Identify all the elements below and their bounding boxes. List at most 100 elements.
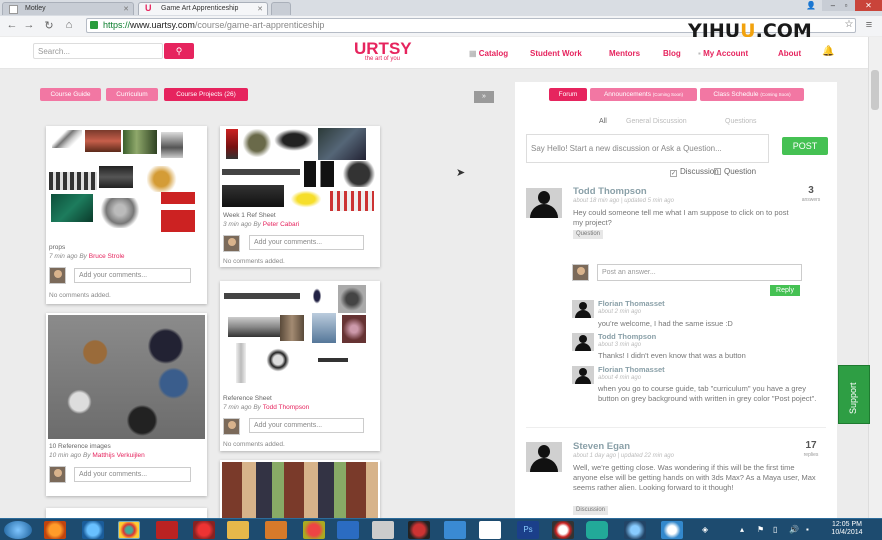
app-icon[interactable]	[303, 521, 325, 539]
comment-input[interactable]: Add your comments...	[74, 467, 191, 482]
tab-course-guide[interactable]: Course Guide	[40, 88, 101, 101]
dropbox-icon[interactable]	[337, 521, 359, 539]
post-tag[interactable]: Question	[573, 230, 604, 239]
chrome-icon[interactable]	[118, 521, 140, 539]
post-author[interactable]: Todd Thompson	[573, 186, 647, 197]
tray-expand-icon[interactable]: ▴	[740, 525, 744, 534]
app-icon[interactable]	[624, 521, 646, 539]
reload-icon[interactable]: ↻	[42, 19, 56, 32]
comment-input[interactable]: Add your comments...	[249, 418, 364, 433]
maximize-button[interactable]: ▫	[835, 0, 857, 11]
project-card-week1-ref-sheet[interactable]: Week 1 Ref Sheet 3 min ago By Peter Caba…	[220, 126, 380, 267]
post-tag[interactable]: Discussion	[573, 506, 609, 515]
tab-class-schedule[interactable]: Class Schedule (Coming Soon)	[700, 88, 804, 101]
clock-time: 12:05 PM	[832, 521, 862, 528]
filter-questions[interactable]: Questions	[725, 118, 757, 125]
project-card-props[interactable]: props 7 min ago By Bruce Strole Add your…	[46, 126, 207, 304]
reply-author[interactable]: Florian Thomasset	[598, 365, 665, 374]
filter-general-discussion[interactable]: General Discussion	[626, 118, 687, 125]
media-player-icon[interactable]	[265, 521, 287, 539]
close-icon[interactable]: ✕	[123, 5, 129, 13]
tab-announcements[interactable]: Announcements (Coming Soon)	[590, 88, 697, 101]
avatar	[49, 466, 66, 483]
photoshop-icon[interactable]: Ps	[517, 521, 539, 539]
reply-author[interactable]: Florian Thomasset	[598, 299, 665, 308]
project-title: Reference Sheet	[223, 395, 272, 402]
tab-forum[interactable]: Forum	[549, 88, 587, 101]
author-link[interactable]: Bruce Strole	[89, 253, 125, 260]
home-icon[interactable]: ⌂	[62, 19, 76, 31]
start-button[interactable]	[4, 521, 32, 539]
tray-icon[interactable]: ▪	[806, 525, 809, 534]
folder-icon[interactable]	[227, 521, 249, 539]
comment-input[interactable]: Add your comments...	[74, 268, 191, 283]
nav-my-account[interactable]: ▪ My Account	[698, 49, 748, 58]
answer-count-label: answers	[801, 197, 821, 203]
notification-bell-icon[interactable]: 🔔	[822, 46, 834, 57]
window-close-button[interactable]: ✕	[855, 0, 882, 11]
nav-student-work[interactable]: Student Work	[530, 49, 582, 58]
post-button[interactable]: POST	[782, 137, 828, 155]
project-image[interactable]	[48, 315, 205, 439]
author-link[interactable]: Matthijs Verkuijlen	[92, 452, 144, 459]
tab-curriculum[interactable]: Curriculum	[106, 88, 158, 101]
comment-input[interactable]: Add your comments...	[249, 235, 364, 250]
question-checkbox[interactable]: Question	[714, 167, 756, 176]
star-icon[interactable]: ☆	[842, 19, 856, 30]
project-image[interactable]	[222, 462, 378, 518]
volume-icon[interactable]: 🔊	[789, 525, 799, 534]
user-icon[interactable]: 👤	[800, 0, 822, 11]
browser-tab-game-art[interactable]: U Game Art Apprenticeship ✕	[138, 2, 268, 15]
flag-icon[interactable]: ⚑	[757, 525, 764, 534]
forward-arrow-icon[interactable]: →	[22, 19, 36, 31]
post-meta: about 1 day ago | updated 22 min ago	[573, 453, 674, 459]
ie-icon[interactable]	[82, 521, 104, 539]
network-icon[interactable]: ▯	[773, 525, 777, 534]
tray-icon[interactable]: ◈	[702, 525, 708, 534]
scrollbar-thumb[interactable]	[871, 70, 879, 110]
menu-icon[interactable]: ≡	[862, 19, 876, 31]
reply-button[interactable]: Reply	[770, 285, 800, 296]
reply-count-label: replies	[803, 452, 819, 458]
answer-input[interactable]: Post an answer...	[597, 264, 802, 281]
screen-icon[interactable]	[444, 521, 466, 539]
app-icon[interactable]	[586, 521, 608, 539]
project-title: 10 Reference images	[49, 443, 111, 450]
post-author[interactable]: Steven Egan	[573, 441, 630, 452]
new-post-input[interactable]: Say Hello! Start a new discussion or Ask…	[526, 134, 769, 163]
nav-about[interactable]: About	[778, 49, 801, 58]
search-button[interactable]: ⚲	[164, 43, 194, 59]
search-input[interactable]: Search...	[33, 43, 163, 59]
browser-tab-motley[interactable]: Motley ✕	[2, 2, 134, 15]
discussion-checkbox[interactable]: ✓ Discussion	[670, 167, 719, 177]
system-clock[interactable]: 12:05 PM 10/4/2014	[822, 521, 872, 537]
app-icon[interactable]	[661, 521, 683, 539]
app-icon[interactable]	[193, 521, 215, 539]
author-link[interactable]: Peter Cabari	[263, 221, 300, 228]
close-icon[interactable]: ✕	[257, 5, 263, 13]
app-icon[interactable]	[479, 521, 501, 539]
project-card-reference-sheet[interactable]: Reference Sheet 7 min ago By Todd Thomps…	[220, 281, 380, 451]
collapse-panel-button[interactable]: »	[474, 91, 494, 103]
nav-blog[interactable]: Blog	[663, 49, 681, 58]
back-arrow-icon[interactable]: ←	[5, 19, 19, 31]
project-card[interactable]	[46, 508, 207, 518]
nav-mentors[interactable]: Mentors	[609, 49, 640, 58]
project-meta: 7 min ago By Bruce Strole	[49, 253, 125, 260]
project-card-10-reference-images[interactable]: 10 Reference images 10 min ago By Matthi…	[46, 313, 207, 496]
divider	[526, 427, 826, 428]
firefox-icon[interactable]	[44, 521, 66, 539]
nav-catalog[interactable]: ▦ Catalog	[469, 49, 508, 58]
filter-all[interactable]: All	[599, 118, 607, 125]
support-button[interactable]: Support	[838, 365, 870, 424]
new-tab-button[interactable]	[271, 2, 291, 15]
author-link[interactable]: Todd Thompson	[263, 404, 310, 411]
filezilla-icon[interactable]	[156, 521, 178, 539]
app-icon[interactable]	[552, 521, 574, 539]
app-icon[interactable]	[408, 521, 430, 539]
tab-course-projects[interactable]: Course Projects (26)	[164, 88, 248, 101]
project-card[interactable]	[220, 460, 380, 518]
app-icon[interactable]	[372, 521, 394, 539]
reply-author[interactable]: Todd Thompson	[598, 332, 656, 341]
reply-meta: about 3 min ago	[598, 342, 642, 348]
